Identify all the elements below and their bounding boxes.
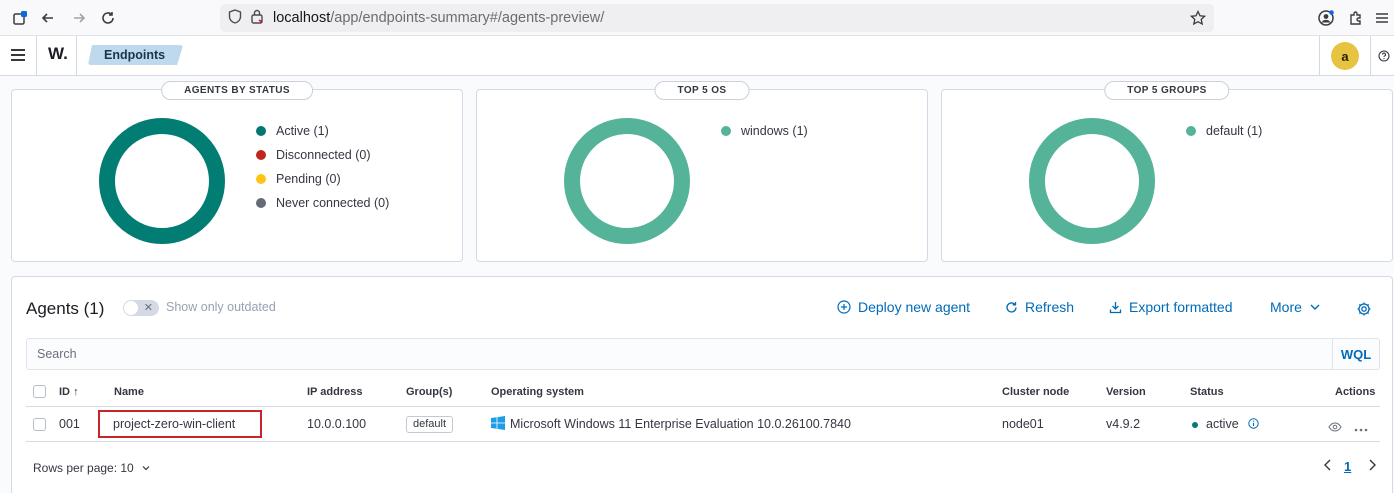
cell-ip: 10.0.0.100 <box>307 417 367 431</box>
agents-table-panel: Agents (1) ✕ Show only outdated Deploy n… <box>11 276 1393 493</box>
address-bar[interactable]: localhost/app/endpoints-summary#/agents-… <box>220 4 1214 32</box>
header-divider <box>26 406 1380 407</box>
panel-title: TOP 5 GROUPS <box>1104 81 1230 100</box>
view-eye-icon[interactable] <box>1328 419 1342 437</box>
extensions-icon[interactable] <box>1344 6 1368 30</box>
legend-dot <box>1186 126 1196 136</box>
donut-ring-windows[interactable] <box>564 118 690 244</box>
app-logo[interactable]: W. <box>48 44 68 64</box>
app-header: W. Endpoints a <box>0 36 1394 76</box>
cell-groups: default <box>406 408 454 441</box>
forward-arrow-icon[interactable] <box>67 6 91 30</box>
shield-icon[interactable] <box>228 8 242 28</box>
more-actions-icon[interactable] <box>1354 420 1368 438</box>
table-row[interactable]: 001 project-zero-win-client 10.0.0.100 d… <box>12 408 1380 441</box>
table-settings-gear-icon[interactable] <box>1356 301 1372 322</box>
cell-version: v4.9.2 <box>1106 417 1141 431</box>
tab-overview-icon[interactable] <box>8 6 32 30</box>
chevron-down-icon <box>142 466 150 471</box>
column-header-os[interactable]: Operating system <box>491 379 584 405</box>
pagination-prev-icon[interactable] <box>1323 459 1333 474</box>
back-arrow-icon[interactable] <box>36 6 60 30</box>
refresh-icon <box>1006 301 1017 313</box>
select-all-checkbox[interactable] <box>33 385 46 398</box>
legend-item-disconnected[interactable]: Disconnected (0) <box>256 143 389 167</box>
group-badge[interactable]: default <box>406 416 454 434</box>
pagination-next-icon[interactable] <box>1367 459 1377 474</box>
url-text: localhost/app/endpoints-summary#/agents-… <box>273 10 605 26</box>
page-lock-icon[interactable] <box>250 9 264 28</box>
panel-title: TOP 5 OS <box>654 81 750 100</box>
browser-menu-icon[interactable] <box>1370 6 1394 30</box>
column-header-groups[interactable]: Group(s) <box>406 379 452 405</box>
windows-logo-icon <box>491 416 505 430</box>
show-outdated-label: Show only outdated <box>166 300 276 314</box>
top-os-panel: TOP 5 OS windows (1) <box>476 81 928 262</box>
donut-ring-default[interactable] <box>1029 118 1155 244</box>
cell-name[interactable]: project-zero-win-client <box>98 410 262 438</box>
legend-item-active[interactable]: Active (1) <box>256 119 389 143</box>
cell-status: active <box>1192 408 1259 441</box>
panel-title: AGENTS BY STATUS <box>161 81 313 100</box>
sort-up-arrow-icon: ↑ <box>73 386 79 398</box>
legend-dot <box>721 126 731 136</box>
agents-by-status-panel: AGENTS BY STATUS Active (1) Disconnected… <box>11 81 463 262</box>
export-icon <box>1109 301 1122 313</box>
close-icon: ✕ <box>143 302 153 314</box>
export-formatted-button[interactable]: Export formatted <box>1109 299 1233 315</box>
column-header-actions: Actions <box>1335 386 1376 398</box>
hamburger-menu-icon[interactable] <box>10 48 26 67</box>
column-header-cluster-node[interactable]: Cluster node <box>1002 379 1069 405</box>
bookmark-star-icon[interactable] <box>1189 9 1207 30</box>
legend-item-never-connected[interactable]: Never connected (0) <box>256 191 389 215</box>
reload-icon[interactable] <box>96 6 120 30</box>
legend-dot <box>256 126 266 136</box>
groups-legend: default (1) <box>1186 119 1262 143</box>
legend-dot <box>256 174 266 184</box>
column-header-version[interactable]: Version <box>1106 379 1146 405</box>
show-outdated-toggle[interactable]: ✕ <box>123 300 159 316</box>
os-donut-chart[interactable] <box>564 118 690 244</box>
rows-per-page-selector[interactable]: Rows per page: 10 <box>33 461 151 475</box>
wql-button[interactable]: WQL <box>1332 339 1379 369</box>
status-dot <box>1192 421 1198 428</box>
column-header-ip[interactable]: IP address <box>307 379 362 405</box>
donut-ring-active[interactable] <box>99 118 225 244</box>
agents-title: Agents (1) <box>26 299 105 318</box>
cell-os: Microsoft Windows 11 Enterprise Evaluati… <box>491 408 851 441</box>
info-icon[interactable] <box>1248 418 1259 429</box>
status-legend: Active (1) Disconnected (0) Pending (0) … <box>256 119 389 215</box>
column-header-name[interactable]: Name <box>114 379 144 405</box>
column-header-status[interactable]: Status <box>1190 379 1224 405</box>
legend-item-windows[interactable]: windows (1) <box>721 119 808 143</box>
row-checkbox[interactable] <box>33 418 46 431</box>
legend-item-default[interactable]: default (1) <box>1186 119 1262 143</box>
search-bar: WQL <box>26 338 1380 370</box>
browser-toolbar: localhost/app/endpoints-summary#/agents-… <box>0 0 1394 36</box>
os-legend: windows (1) <box>721 119 808 143</box>
deploy-new-agent-button[interactable]: Deploy new agent <box>837 299 970 315</box>
chevron-down-icon <box>1310 304 1320 310</box>
plus-circle-icon <box>837 300 851 314</box>
top-groups-panel: TOP 5 GROUPS default (1) <box>941 81 1393 262</box>
cell-cluster-node: node01 <box>1002 417 1044 431</box>
status-donut-chart[interactable] <box>99 118 225 244</box>
breadcrumb-endpoints[interactable]: Endpoints <box>88 45 183 65</box>
refresh-button[interactable]: Refresh <box>1005 299 1074 315</box>
toggle-knob <box>124 301 138 315</box>
cell-id: 001 <box>59 417 80 431</box>
legend-dot <box>256 198 266 208</box>
pagination-page-1[interactable]: 1 <box>1344 459 1351 474</box>
account-icon[interactable] <box>1314 6 1338 30</box>
legend-dot <box>256 150 266 160</box>
row-divider <box>26 441 1380 442</box>
help-icon[interactable] <box>1378 49 1390 67</box>
column-header-id[interactable]: ID ↑ <box>59 379 79 405</box>
groups-donut-chart[interactable] <box>1029 118 1155 244</box>
more-menu-button[interactable]: More <box>1270 299 1321 315</box>
user-avatar[interactable]: a <box>1331 42 1359 70</box>
search-input[interactable] <box>27 339 1333 369</box>
legend-item-pending[interactable]: Pending (0) <box>256 167 389 191</box>
